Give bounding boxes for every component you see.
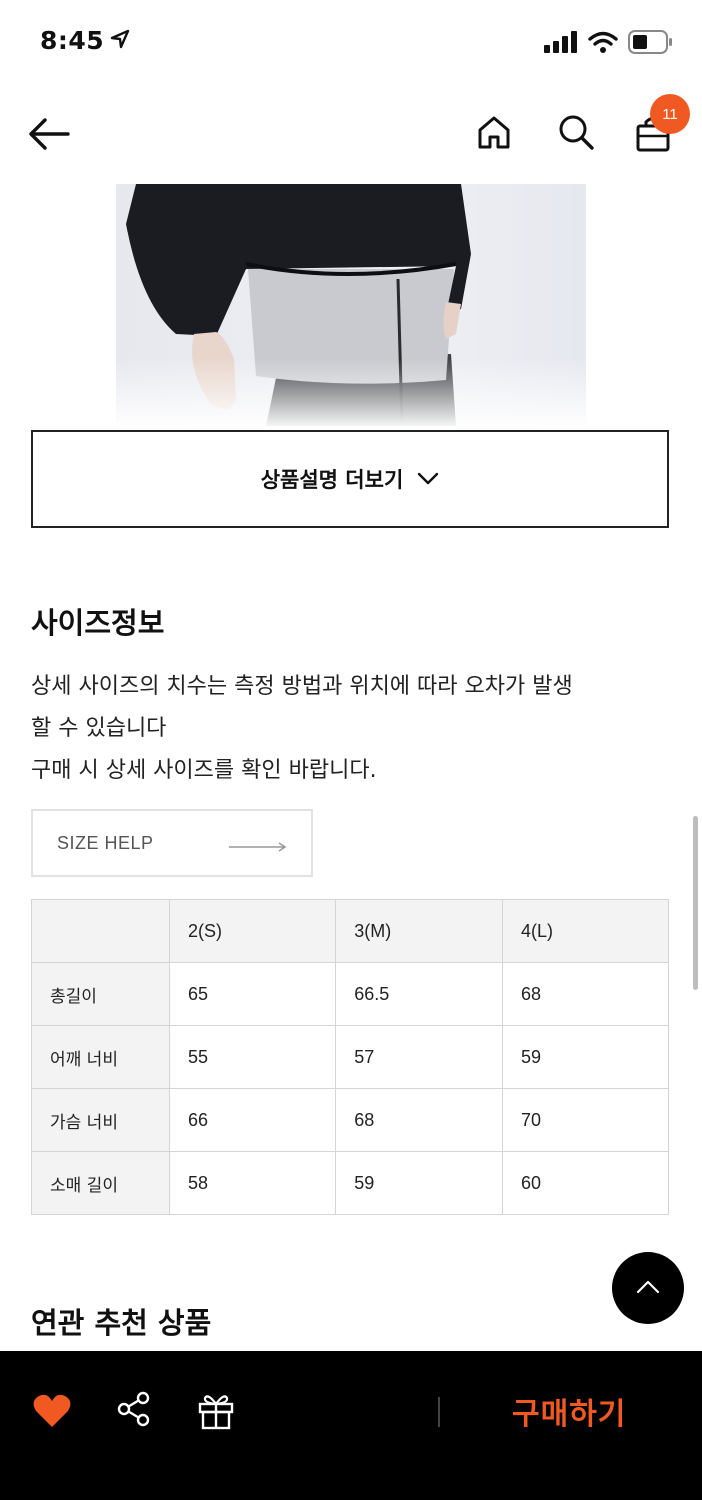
table-row-label: 가슴 너비 [31, 1088, 170, 1152]
table-header-row: 2(S) 3(M) 4(L) [31, 899, 670, 963]
product-image [116, 184, 586, 426]
table-cell: 70 [501, 1088, 670, 1152]
table-cell: 66 [168, 1088, 337, 1152]
table-row: 가슴 너비 66 68 70 [31, 1088, 670, 1152]
status-time: 8:45 [40, 26, 105, 55]
table-cell: 57 [335, 1025, 503, 1089]
size-info-description-line: 할 수 있습니다 [31, 716, 167, 741]
table-cell: 60 [501, 1151, 670, 1215]
battery-icon [628, 30, 674, 58]
table-header-cell [31, 899, 170, 963]
size-info-description-line: 상세 사이즈의 치수는 측정 방법과 위치에 따라 오차가 발생 [31, 674, 573, 699]
search-icon[interactable] [556, 112, 596, 152]
cart-count-badge: 11 [650, 94, 690, 134]
home-icon[interactable] [474, 112, 514, 152]
cellular-signal-icon [544, 31, 578, 57]
location-arrow-icon [110, 29, 130, 53]
scroll-to-top-button[interactable] [612, 1252, 684, 1324]
page-scrollbar[interactable] [693, 816, 698, 990]
more-description-button[interactable]: 상품설명 더보기 [31, 430, 669, 528]
size-info-title: 사이즈정보 [31, 606, 165, 640]
arrow-left-icon[interactable] [26, 116, 72, 152]
table-header-cell: 4(L) [501, 899, 670, 963]
heart-icon[interactable] [32, 1391, 72, 1431]
table-cell: 68 [335, 1088, 503, 1152]
size-info-description: 상세 사이즈의 치수는 측정 방법과 위치에 따라 오차가 발생 할 수 있습니… [31, 666, 671, 792]
table-cell: 65 [168, 962, 337, 1026]
size-info-description-line: 구매 시 상세 사이즈를 확인 바랍니다. [31, 758, 377, 783]
size-table: 2(S) 3(M) 4(L) 총길이 65 66.5 68 어깨 너비 55 5… [31, 899, 670, 1215]
more-description-label: 상품설명 더보기 [260, 468, 404, 492]
table-row: 어깨 너비 55 57 59 [31, 1025, 670, 1089]
table-header-cell: 3(M) [335, 899, 503, 963]
size-help-button[interactable]: SIZE HELP [31, 809, 313, 877]
chevron-up-icon [636, 1279, 660, 1298]
table-row-label: 어깨 너비 [31, 1025, 170, 1089]
table-row-label: 총길이 [31, 962, 170, 1026]
bar-divider [438, 1397, 440, 1427]
table-cell: 59 [501, 1025, 670, 1089]
share-icon[interactable] [116, 1391, 152, 1427]
recommended-products-title: 연관 추천 상품 [31, 1306, 212, 1340]
bottom-action-bar: 구매하기 [0, 1351, 702, 1500]
table-row-label: 소매 길이 [31, 1151, 170, 1215]
gift-icon[interactable] [196, 1391, 236, 1431]
table-header-cell: 2(S) [168, 899, 337, 963]
app-header [0, 88, 702, 184]
table-row: 소매 길이 58 59 60 [31, 1151, 670, 1215]
table-row: 총길이 65 66.5 68 [31, 962, 670, 1026]
table-cell: 59 [335, 1151, 503, 1215]
table-cell: 58 [168, 1151, 337, 1215]
buy-button[interactable]: 구매하기 [512, 1389, 626, 1433]
wifi-icon [588, 31, 618, 57]
table-cell: 66.5 [335, 962, 503, 1026]
table-cell: 55 [168, 1025, 337, 1089]
status-bar: 8:45 [0, 0, 702, 88]
table-cell: 68 [501, 962, 670, 1026]
arrow-right-icon [229, 837, 289, 858]
chevron-down-icon [417, 467, 439, 491]
size-help-label: SIZE HELP [57, 832, 154, 853]
